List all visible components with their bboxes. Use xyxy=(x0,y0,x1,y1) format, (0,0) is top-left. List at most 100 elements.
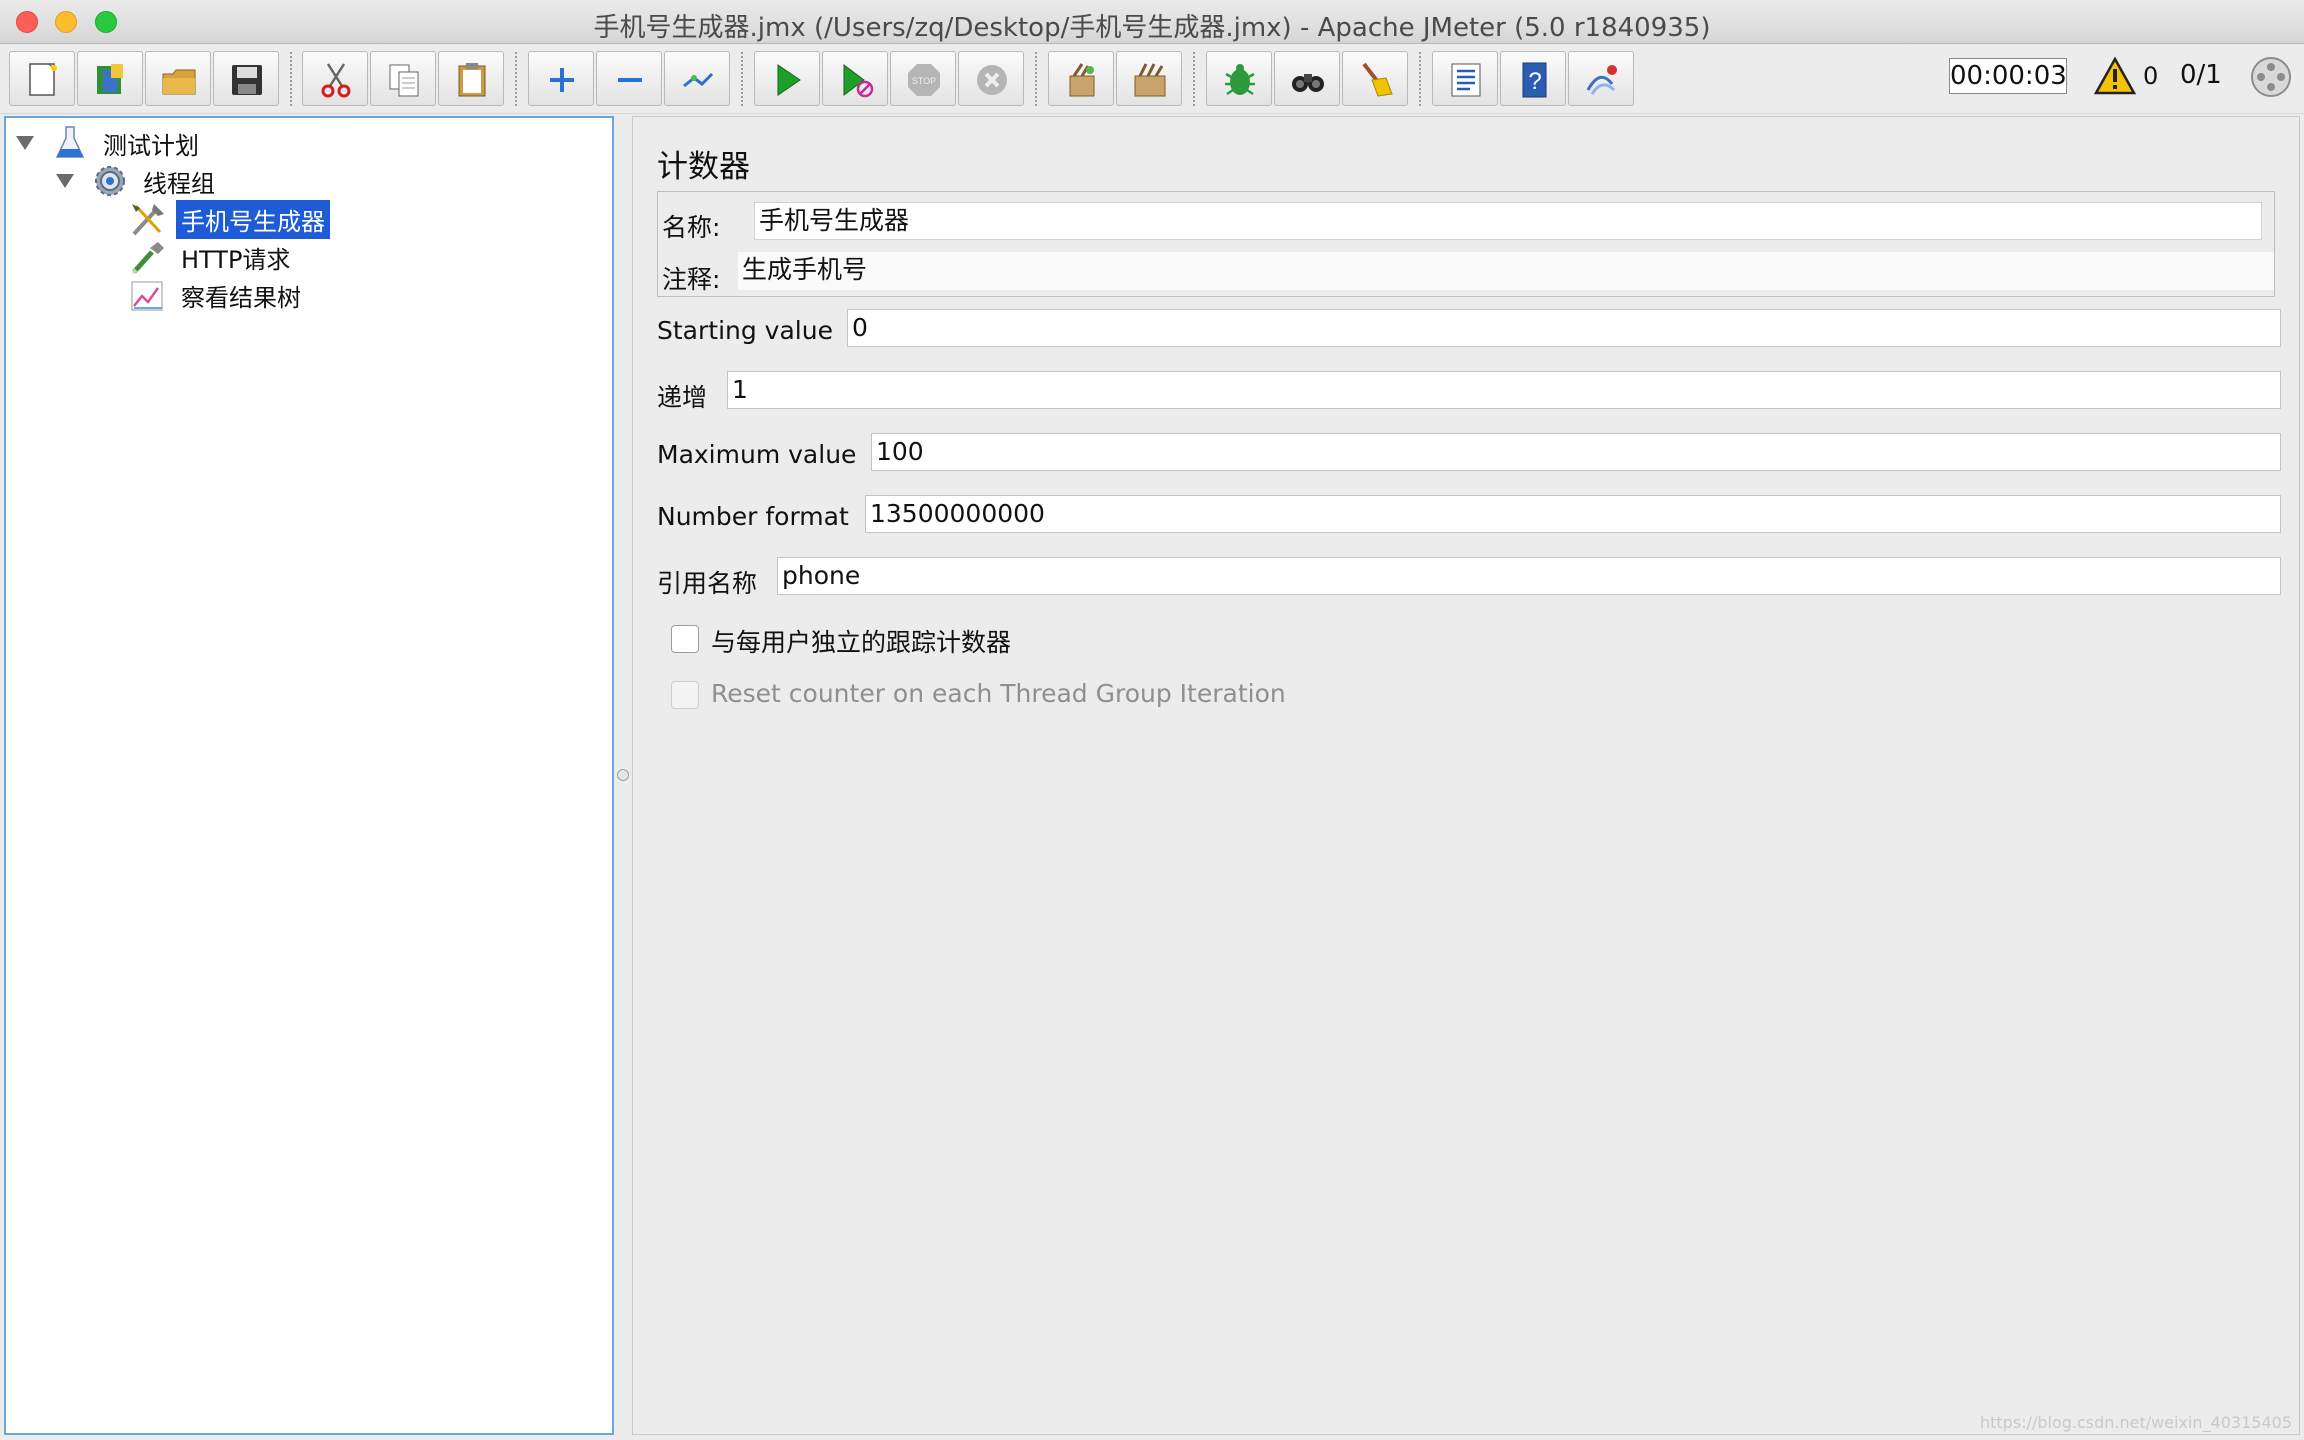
save-icon xyxy=(232,65,262,95)
toolbar-separator xyxy=(1035,52,1037,106)
help-button[interactable]: ? xyxy=(1500,51,1566,106)
function-helper-button[interactable] xyxy=(1206,51,1272,106)
tree-node-label: HTTP请求 xyxy=(181,245,291,274)
toggle-icon xyxy=(683,72,714,88)
toolbar: STOP ? 00:00:03 0 0/1 xyxy=(0,44,2304,114)
counter-icon xyxy=(132,204,164,236)
open-button[interactable] xyxy=(145,51,211,106)
save-button[interactable] xyxy=(213,51,279,106)
log-viewer-button[interactable] xyxy=(1432,51,1498,106)
clear-button[interactable] xyxy=(1048,51,1114,106)
active-threads: 0/1 xyxy=(2180,60,2222,90)
tree-expand-toggle[interactable] xyxy=(16,136,34,150)
panel-title: 计数器 xyxy=(657,149,750,185)
thread-group-icon xyxy=(95,166,125,196)
collapse-all-button[interactable] xyxy=(596,51,662,106)
reset-counter-label: Reset counter on each Thread Group Itera… xyxy=(711,679,1286,708)
svg-text:?: ? xyxy=(1528,68,1541,95)
search-icon xyxy=(1292,74,1324,92)
start-icon xyxy=(777,64,801,96)
new-button[interactable] xyxy=(9,51,75,106)
remote-button[interactable] xyxy=(1568,51,1634,106)
starting-value-label: Starting value xyxy=(657,316,833,345)
warning-count: 0 xyxy=(2143,62,2159,90)
remote-icon xyxy=(1586,65,1617,95)
reset-search-button[interactable] xyxy=(1342,51,1408,106)
start-no-pauses-button[interactable] xyxy=(822,51,888,106)
clear-icon xyxy=(1069,63,1095,97)
maximum-value-label: Maximum value xyxy=(657,440,857,469)
number-format-field[interactable]: 13500000000 xyxy=(865,495,2281,533)
svg-text:STOP: STOP xyxy=(912,76,936,86)
http-sampler-icon xyxy=(132,242,164,274)
new-icon xyxy=(29,63,57,96)
templates-button[interactable] xyxy=(77,51,143,106)
tree-node-thread-group[interactable]: 线程组 xyxy=(56,162,220,200)
toolbar-separator xyxy=(515,52,517,106)
toolbar-separator xyxy=(1193,52,1195,106)
toolbar-separator xyxy=(290,52,292,106)
templates-icon xyxy=(97,64,123,94)
toolbar-separator xyxy=(1419,52,1421,106)
results-tree-icon xyxy=(131,281,163,311)
test-plan-tree: 测试计划 线程组 手机号生成器 HTTP请求 察看结果树 xyxy=(4,116,614,1435)
name-label: 名称: xyxy=(662,213,721,242)
expand-all-button[interactable] xyxy=(528,51,594,106)
comment-field[interactable]: 生成手机号 xyxy=(738,252,2274,290)
comment-label: 注释: xyxy=(662,265,721,294)
tree-node-label: 察看结果树 xyxy=(181,283,301,312)
running-status-icon xyxy=(2251,57,2291,97)
window-title: 手机号生成器.jmx (/Users/zq/Desktop/手机号生成器.jmx… xyxy=(593,13,1711,43)
help-icon: ? xyxy=(1522,62,1547,98)
tree-node-test-plan[interactable]: 测试计划 xyxy=(16,124,204,162)
shutdown-button[interactable] xyxy=(958,51,1024,106)
counter-config-panel: 计数器 名称: 手机号生成器 注释: 生成手机号 Starting value … xyxy=(632,116,2300,1435)
copy-button[interactable] xyxy=(370,51,436,106)
reset-counter-checkbox[interactable] xyxy=(671,681,699,709)
per-user-counter-checkbox[interactable] xyxy=(671,625,699,653)
copy-icon xyxy=(389,64,419,97)
tree-node-http-request[interactable]: HTTP请求 xyxy=(128,238,295,276)
shutdown-icon xyxy=(977,65,1007,95)
reference-name-label: 引用名称 xyxy=(657,569,758,598)
name-field[interactable]: 手机号生成器 xyxy=(754,202,2262,240)
function-helper-icon xyxy=(1225,64,1255,96)
tree-expand-toggle[interactable] xyxy=(56,174,74,188)
toolbar-separator xyxy=(741,52,743,106)
cut-button[interactable] xyxy=(302,51,368,106)
start-no-pauses-icon xyxy=(843,64,874,98)
elapsed-time: 00:00:03 xyxy=(1949,58,2067,94)
stop-button[interactable]: STOP xyxy=(890,51,956,106)
number-format-label: Number format xyxy=(657,502,849,531)
clear-all-button[interactable] xyxy=(1116,51,1182,106)
toggle-button[interactable] xyxy=(664,51,730,106)
increment-field[interactable]: 1 xyxy=(727,371,2281,409)
per-user-counter-label: 与每用户独立的跟踪计数器 xyxy=(711,628,1012,657)
collapse-icon xyxy=(618,78,642,82)
reference-name-field[interactable]: phone xyxy=(777,557,2281,595)
tree-node-view-results-tree[interactable]: 察看结果树 xyxy=(128,276,306,314)
watermark: https://blog.csdn.net/weixin_40315405 xyxy=(1979,1413,2292,1432)
split-pane-divider[interactable] xyxy=(617,769,629,781)
paste-icon xyxy=(458,63,486,97)
open-icon xyxy=(162,69,196,95)
start-button[interactable] xyxy=(754,51,820,106)
tree-node-label: 线程组 xyxy=(143,169,215,198)
expand-icon xyxy=(550,68,574,92)
name-comment-box: 名称: 手机号生成器 注释: 生成手机号 xyxy=(657,191,2275,297)
stop-icon: STOP xyxy=(908,64,940,96)
clear-all-icon xyxy=(1134,63,1166,97)
increment-label: 递增 xyxy=(657,383,708,412)
reset-search-icon xyxy=(1362,62,1393,97)
tree-node-label: 手机号生成器 xyxy=(176,199,330,239)
log-viewer-icon xyxy=(1451,63,1481,97)
search-button[interactable] xyxy=(1274,51,1340,106)
title-bar: 手机号生成器.jmx (/Users/zq/Desktop/手机号生成器.jmx… xyxy=(0,0,2304,44)
starting-value-field[interactable]: 0 xyxy=(847,309,2281,347)
tree-node-counter[interactable]: 手机号生成器 xyxy=(128,199,330,239)
warning-icon[interactable] xyxy=(2094,56,2136,96)
paste-button[interactable] xyxy=(438,51,504,106)
maximum-value-field[interactable]: 100 xyxy=(871,433,2281,471)
cut-icon xyxy=(321,63,351,98)
test-plan-icon xyxy=(55,126,85,158)
